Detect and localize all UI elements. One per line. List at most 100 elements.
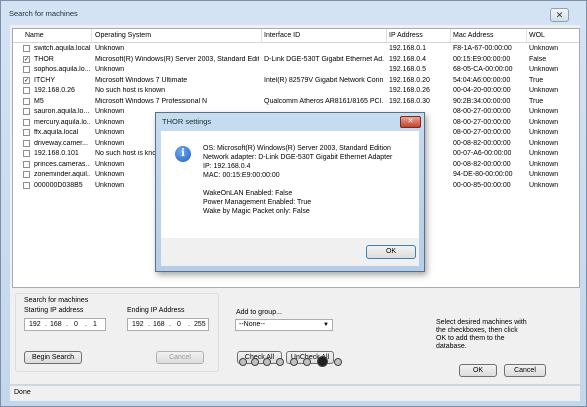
- search-group-label: Search for machines: [24, 297, 89, 304]
- column-header-name[interactable]: Name: [25, 32, 44, 39]
- begin-search-button[interactable]: Begin Search: [24, 351, 82, 364]
- column-divider[interactable]: [386, 29, 387, 42]
- row-wol: Unknown: [529, 118, 559, 126]
- row-checkbox[interactable]: [23, 160, 30, 168]
- dialog-os-line: OS: Microsoft(R) Windows(R) Server 2003,…: [203, 145, 391, 152]
- row-mac: 94-DE-80-00:00:00: [453, 171, 513, 178]
- row-os: Unknown: [95, 66, 125, 73]
- row-name: sauron.aquila.lo...: [34, 108, 90, 115]
- row-name: ITCHY: [34, 76, 55, 84]
- start-ip-label: Starting IP address: [24, 307, 84, 314]
- row-ip: 192.168.0.30: [389, 97, 430, 105]
- information-icon: i: [175, 146, 191, 162]
- row-wol: Unknown: [529, 160, 559, 168]
- dialog-mac-line: MAC: 00:15:E9:00:00:00: [203, 172, 280, 179]
- row-name: ffx.aquila.local: [34, 129, 79, 136]
- end-ip-label: Ending IP Address: [127, 307, 185, 314]
- row-name: driveway.camer...: [34, 139, 88, 147]
- search-for-machines-window: Search for machines ✕ Name Operating Sys…: [0, 0, 587, 407]
- row-checkbox[interactable]: [23, 150, 30, 157]
- row-wol: True: [529, 76, 544, 84]
- row-wol: Unknown: [529, 108, 559, 115]
- start-ip-field[interactable]: 192. 168. 0. 1: [24, 318, 106, 331]
- row-checkbox[interactable]: [23, 87, 30, 94]
- table-row[interactable]: ✓ THOR Microsoft(R) Windows(R) Server 2003…: [13, 55, 579, 65]
- cancel-button[interactable]: Cancel: [504, 364, 546, 377]
- row-checkbox[interactable]: [23, 181, 30, 189]
- row-checkbox[interactable]: [23, 118, 30, 126]
- row-ip: 192.168.0.4: [389, 55, 426, 63]
- row-wol: Unknown: [529, 181, 559, 189]
- row-ip: 192.168.0.20: [389, 76, 430, 84]
- row-ip: 192.168.0.5: [389, 66, 426, 73]
- row-name: M5: [34, 97, 44, 105]
- row-wol: Unknown: [529, 45, 559, 52]
- column-divider[interactable]: [91, 29, 92, 42]
- row-mac: 08-00-27-00:00:00: [453, 108, 511, 115]
- ok-button[interactable]: OK: [459, 364, 497, 377]
- progress-dot: [263, 358, 271, 366]
- row-os: Unknown: [95, 129, 125, 136]
- row-name: THOR: [34, 55, 54, 63]
- row-os: Unknown: [95, 108, 125, 115]
- row-wol: False: [529, 55, 547, 63]
- row-name: princes.cameras...: [34, 160, 90, 168]
- row-wol: Unknown: [529, 87, 559, 94]
- column-divider[interactable]: [261, 29, 262, 42]
- row-ip: 192.168.0.1: [389, 45, 426, 52]
- dialog-magic-line: Wake by Magic Packet only: False: [203, 208, 310, 215]
- progress-dot: [334, 358, 342, 366]
- table-row[interactable]: sophos.aquila.lo... Unknown 192.168.0.5 68-…: [13, 65, 579, 75]
- row-mac: 00:15:E9:00:00:00: [453, 55, 511, 63]
- column-header-mac[interactable]: Mac Address: [453, 32, 493, 39]
- progress-dot-active: [317, 356, 328, 367]
- row-checkbox[interactable]: [23, 139, 30, 147]
- row-checkbox[interactable]: [23, 97, 30, 105]
- row-mac: 00-08-82-00:00:00: [453, 160, 511, 168]
- row-wol: True: [529, 97, 544, 105]
- column-header-wol[interactable]: WOL: [529, 32, 545, 39]
- row-os: No such host is known: [95, 87, 166, 94]
- row-checkbox[interactable]: ✓: [23, 55, 30, 63]
- row-wol: Unknown: [529, 139, 559, 147]
- add-to-group-label: Add to group...: [236, 309, 282, 316]
- row-os: Unknown: [95, 139, 125, 147]
- progress-dot: [239, 358, 247, 366]
- row-name: mercury.aquila.lo...: [34, 118, 90, 126]
- row-checkbox[interactable]: [23, 129, 30, 136]
- column-header-interface[interactable]: Interface ID: [264, 32, 300, 39]
- column-divider[interactable]: [526, 29, 527, 42]
- dialog-ok-button[interactable]: OK: [366, 245, 416, 259]
- column-header-ip[interactable]: IP Address: [389, 32, 423, 39]
- dialog-adapter-line: Network adapter: D-Link DGE-530T Gigabit…: [203, 154, 393, 161]
- row-mac: 08-00-27-00:00:00: [453, 129, 511, 136]
- dialog-ip-line: IP: 192.168.0.4: [203, 163, 251, 170]
- row-checkbox[interactable]: [23, 108, 30, 115]
- progress-dot: [276, 358, 284, 366]
- close-icon[interactable]: ✕: [400, 116, 421, 128]
- row-mac: 08-00-27-00:00:00: [453, 118, 511, 126]
- row-wol: Unknown: [529, 129, 559, 136]
- row-checkbox[interactable]: [23, 66, 30, 73]
- table-row[interactable]: ✓ ITCHY Microsoft Windows 7 Ultimate Intel(…: [13, 76, 579, 86]
- row-mac: 90:2B:34:00:00:00: [453, 97, 511, 105]
- progress-dot: [290, 358, 298, 366]
- row-os: Microsoft Windows 7 Professional N: [95, 97, 208, 105]
- table-row[interactable]: 192.168.0.26 No such host is known 192.168…: [13, 86, 579, 96]
- column-header-os[interactable]: Operating System: [95, 32, 151, 39]
- table-row[interactable]: M5 Microsoft Windows 7 Professional N Qual…: [13, 97, 579, 107]
- column-divider[interactable]: [450, 29, 451, 42]
- row-os: Microsoft(R) Windows(R) Server 2003, Sta…: [95, 55, 259, 63]
- row-checkbox[interactable]: ✓: [23, 76, 30, 84]
- dialog-pm-line: Power Management Enabled: True: [203, 199, 312, 206]
- row-mac: 54:04:A6:00:00:00: [453, 76, 511, 84]
- group-dropdown[interactable]: --None-- ▼: [235, 319, 333, 331]
- end-ip-field[interactable]: 192. 168. 0. 255: [127, 318, 209, 331]
- search-cancel-button[interactable]: Cancel: [156, 351, 204, 364]
- window-title: Search for machines: [9, 9, 78, 18]
- close-icon[interactable]: ✕: [550, 8, 569, 22]
- row-checkbox[interactable]: [23, 171, 30, 178]
- table-row[interactable]: switch.aquila.local Unknown 192.168.0.1 F8-…: [13, 44, 579, 54]
- row-checkbox[interactable]: [23, 45, 30, 52]
- row-interface: Intel(R) 82579V Gigabit Network Conn...: [264, 76, 384, 84]
